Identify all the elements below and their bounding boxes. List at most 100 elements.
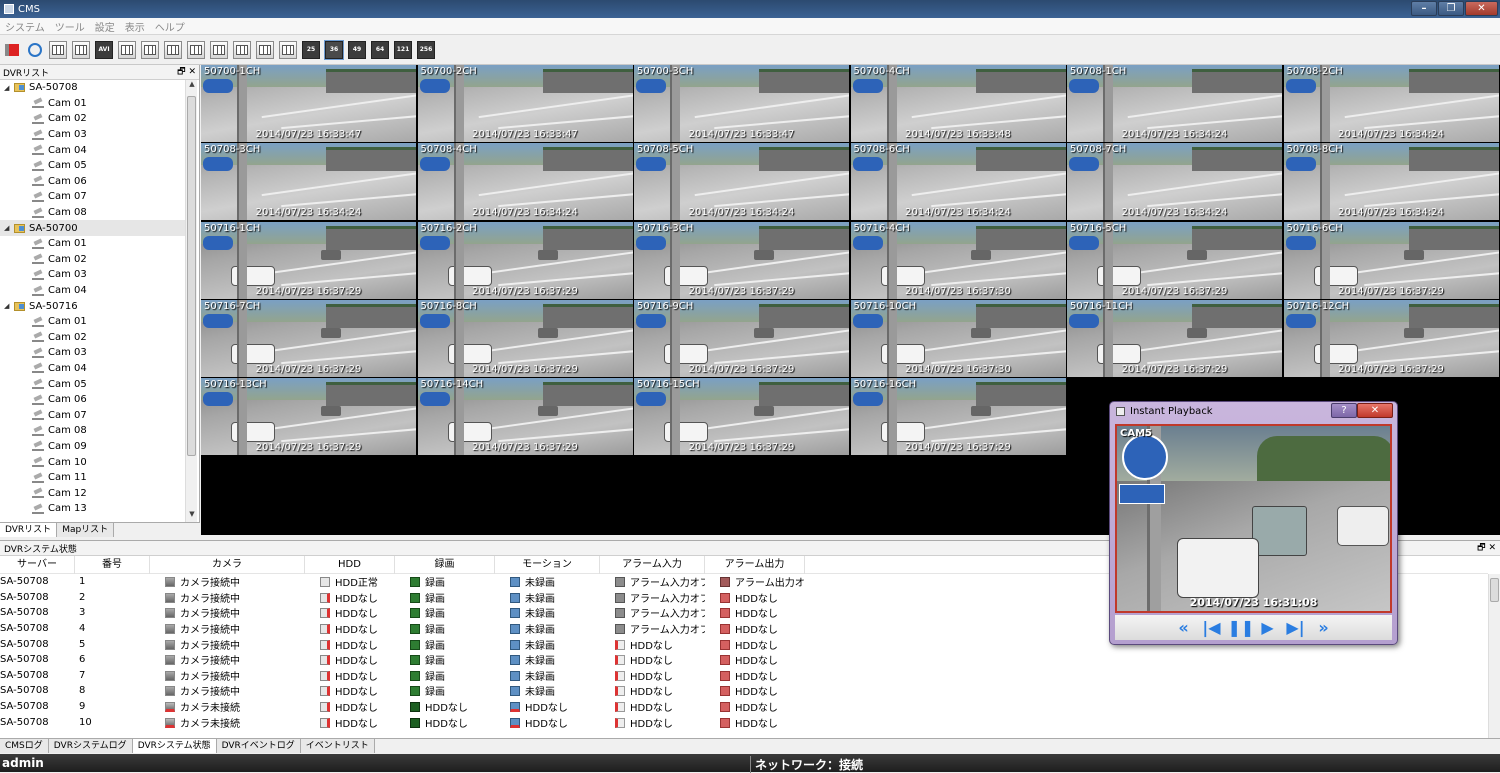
camera-node[interactable]: Cam 05 [0,158,186,174]
column-header[interactable]: サーバー [0,555,75,574]
video-cell[interactable]: 50716-12CH 2014/07/23 16:37:29 [1283,299,1499,377]
video-cell[interactable]: 50708-2CH 2014/07/23 16:34:24 [1283,65,1499,142]
list-icon[interactable] [49,40,67,59]
close-button[interactable]: ✕ [1357,403,1393,418]
tree-scrollbar[interactable]: ▲ ▼ [185,80,197,522]
report-icon[interactable] [72,40,90,59]
tab-map-list[interactable]: Mapリスト [57,523,115,537]
tab-event-list[interactable]: イベントリスト [300,739,375,753]
step-forward-icon[interactable]: ▶| [1284,618,1308,638]
expand-arrow-icon[interactable]: ◢ [4,302,14,310]
layout-36-button[interactable]: 36 [324,39,344,60]
camera-node[interactable]: Cam 07 [0,407,186,423]
layout-25-button[interactable]: 25 [302,40,320,59]
video-cell[interactable]: 50700-3CH 2014/07/23 16:33:47 [634,65,849,142]
camera-node[interactable]: Cam 11 [0,470,186,486]
camera-node[interactable]: Cam 03 [0,345,186,361]
camera-node[interactable]: Cam 01 [0,314,186,330]
video-cell[interactable]: 50716-11CH 2014/07/23 16:37:29 [1067,299,1282,377]
instant-playback-window[interactable]: Instant Playback ? ✕ CAM5 2014/07/23 16:… [1109,401,1398,645]
camera-node[interactable]: Cam 10 [0,454,186,470]
video-cell[interactable]: 50700-2CH 2014/07/23 16:33:47 [417,65,633,142]
camera-node[interactable]: Cam 03 [0,127,186,143]
camera-node[interactable]: Cam 01 [0,96,186,112]
column-header[interactable]: 録画 [395,555,495,574]
camera-node[interactable]: Cam 07 [0,189,186,205]
exit-icon[interactable] [3,41,21,59]
pause-icon[interactable]: ❚❚ [1228,618,1255,638]
camera-node[interactable]: Cam 06 [0,392,186,408]
table-row[interactable]: SA-50708 8 カメラ接続中 HDDなし 録画 未録画 HDDなし HDDなし [0,683,1488,699]
video-cell[interactable]: 50716-8CH 2014/07/23 16:37:29 [417,299,633,377]
video-cell[interactable]: 50716-3CH 2014/07/23 16:37:29 [634,221,849,299]
table-row[interactable]: SA-50708 10 カメラ未接続 HDDなし HDDなし HDDなし HDDなし HDDな… [0,714,1488,730]
column-header[interactable]: アラーム出力 [705,555,805,574]
layout-6-button[interactable] [164,40,182,59]
layout-9-button[interactable] [210,40,228,59]
step-back-icon[interactable]: |◀ [1200,618,1224,638]
table-row[interactable]: SA-50708 7 カメラ接続中 HDDなし 録画 未録画 HDDなし HDDなし [0,668,1488,684]
column-header[interactable]: アラーム入力 [600,555,705,574]
dvr-node[interactable]: ◢ SA-50700 [0,220,186,236]
tab-dvr-system-log[interactable]: DVRシステムログ [48,739,133,753]
dvr-node[interactable]: ◢ SA-50716 [0,298,186,314]
layout-4-button[interactable] [141,40,159,59]
play-icon[interactable]: ▶ [1256,618,1280,638]
video-cell[interactable]: 50716-14CH 2014/07/23 16:37:29 [417,378,633,456]
fast-forward-icon[interactable]: » [1312,618,1336,638]
tab-dvr-list[interactable]: DVRリスト [0,523,58,537]
layout-16-button[interactable] [256,40,274,59]
video-cell[interactable]: 50716-10CH 2014/07/23 16:37:30 [850,299,1066,377]
video-cell[interactable]: 50700-4CH 2014/07/23 16:33:48 [850,65,1066,142]
menu-item[interactable]: 設定 [90,19,120,34]
camera-node[interactable]: Cam 03 [0,267,186,283]
video-cell[interactable]: 50716-16CH 2014/07/23 16:37:29 [850,378,1066,456]
video-cell[interactable]: 50708-6CH 2014/07/23 16:34:24 [850,143,1066,221]
dvr-node[interactable]: ◢ SA-50708 [0,80,186,96]
menu-item[interactable]: 表示 [120,19,150,34]
camera-node[interactable]: Cam 13 [0,501,186,517]
panel-pin-close-icon[interactable]: 🗗 ✕ [1477,540,1496,556]
camera-node[interactable]: Cam 04 [0,142,186,158]
video-cell[interactable]: 50708-7CH 2014/07/23 16:34:24 [1067,143,1282,221]
avi-icon[interactable]: AVI [95,40,113,59]
menu-item[interactable]: ヘルプ [150,19,190,34]
video-cell[interactable]: 50700-1CH 2014/07/23 16:33:47 [201,65,416,142]
layout-10-button[interactable] [233,40,251,59]
video-cell[interactable]: 50716-15CH 2014/07/23 16:37:29 [634,378,849,456]
camera-node[interactable]: Cam 08 [0,423,186,439]
camera-node[interactable]: Cam 05 [0,376,186,392]
scroll-down-icon[interactable]: ▼ [186,510,198,522]
dvr-tree[interactable]: ◢ SA-50708 Cam 01 Cam 02 Cam 03 Cam 04 Cam 05 C… [0,80,186,522]
expand-arrow-icon[interactable]: ◢ [4,84,14,92]
scroll-up-icon[interactable]: ▲ [186,80,198,92]
layout-64-button[interactable]: 64 [371,40,389,59]
camera-node[interactable]: Cam 02 [0,330,186,346]
video-cell[interactable]: 50708-5CH 2014/07/23 16:34:24 [634,143,849,221]
camera-node[interactable]: Cam 02 [0,252,186,268]
search-icon[interactable] [26,41,44,59]
restore-button[interactable]: ❐ [1438,1,1464,16]
video-cell[interactable]: 50708-4CH 2014/07/23 16:34:24 [417,143,633,221]
layout-121-button[interactable]: 121 [394,40,412,59]
status-scrollbar[interactable] [1488,574,1500,739]
panel-pin-close-icon[interactable]: 🗗 ✕ [177,64,196,80]
layout-256-button[interactable]: 256 [417,40,435,59]
camera-node[interactable]: Cam 12 [0,485,186,501]
video-cell[interactable]: 50708-1CH 2014/07/23 16:34:24 [1067,65,1282,142]
camera-node[interactable]: Cam 09 [0,439,186,455]
column-header[interactable]: 番号 [75,555,150,574]
tab-dvr-system-status[interactable]: DVRシステム状態 [132,739,217,753]
camera-node[interactable]: Cam 06 [0,174,186,190]
menu-item[interactable]: ツール [50,19,90,34]
close-button[interactable]: ✕ [1465,1,1498,16]
tab-dvr-event-log[interactable]: DVRイベントログ [216,739,301,753]
video-cell[interactable]: 50716-4CH 2014/07/23 16:37:30 [850,221,1066,299]
empty-video-cell[interactable] [634,456,849,534]
column-header[interactable]: HDD [305,555,395,574]
tab-cms-log[interactable]: CMSログ [0,739,49,753]
video-cell[interactable]: 50716-1CH 2014/07/23 16:37:29 [201,221,416,299]
video-cell[interactable]: 50716-13CH 2014/07/23 16:37:29 [201,378,416,456]
video-cell[interactable]: 50716-9CH 2014/07/23 16:37:29 [634,299,849,377]
layout-8-button[interactable] [187,40,205,59]
